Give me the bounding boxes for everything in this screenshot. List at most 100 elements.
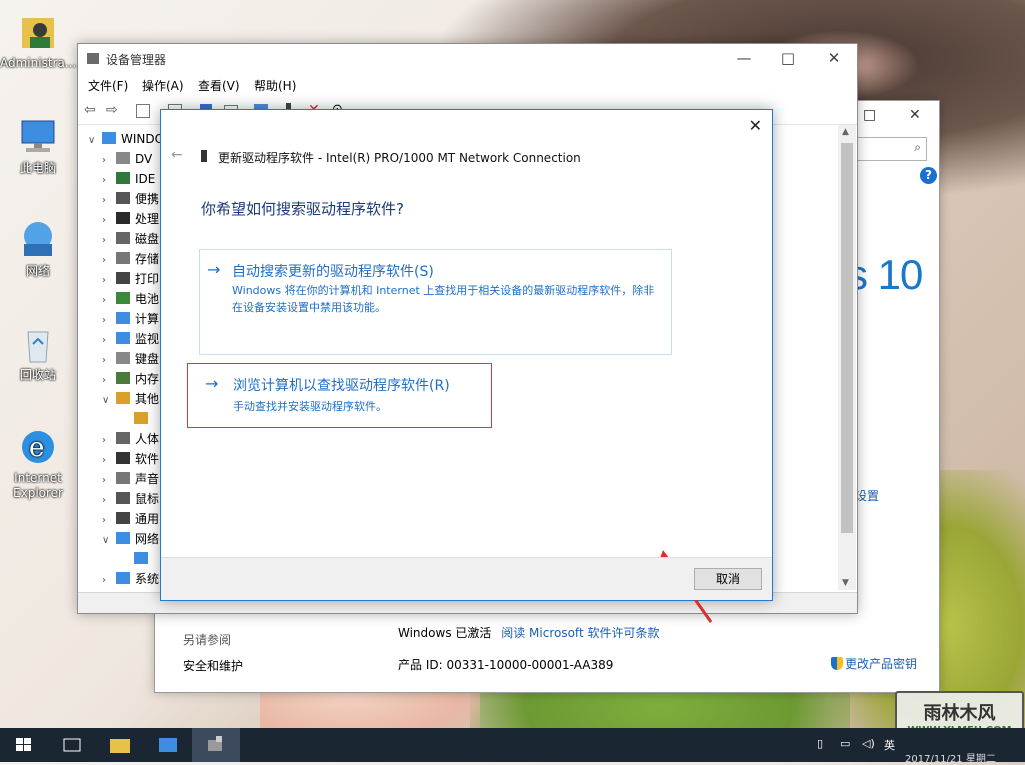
expand-icon[interactable]: › <box>102 311 116 331</box>
computer-icon <box>102 132 116 144</box>
scrollbar[interactable]: ▲ ▼ <box>838 125 856 590</box>
minimize-icon[interactable]: □ <box>863 107 876 123</box>
close-button[interactable]: ✕ <box>824 49 844 67</box>
system-taskbar-button[interactable] <box>144 728 192 762</box>
tree-category[interactable]: › DV <box>102 149 152 169</box>
expand-icon[interactable]: › <box>102 351 116 371</box>
desktop-icon-internet-explorer[interactable]: e Internet Explorer <box>0 425 76 501</box>
change-key-label: 更改产品密钥 <box>845 657 918 671</box>
menu-action[interactable]: 操作(A) <box>142 77 184 94</box>
category-icon <box>116 532 130 544</box>
tree-category[interactable]: ∨ 其他 <box>102 389 159 409</box>
auto-search-option[interactable]: → 自动搜索更新的驱动程序软件(S) Windows 将在你的计算机和 Inte… <box>199 249 672 355</box>
tree-child-item[interactable] <box>134 549 153 569</box>
expand-icon[interactable]: › <box>102 291 116 311</box>
network-tray-icon[interactable]: ▭ <box>840 737 850 750</box>
tree-root[interactable]: ∨ WINDO <box>88 129 164 149</box>
desktop-icon-label: 此电脑 <box>19 161 56 175</box>
expand-icon[interactable]: › <box>102 371 116 391</box>
tree-child-item[interactable] <box>134 409 153 429</box>
tree-category[interactable]: › 存储 <box>102 249 159 269</box>
expand-icon[interactable]: › <box>102 271 116 291</box>
back-arrow-icon[interactable]: ← <box>171 147 183 163</box>
browse-computer-description: 手动查找并安装驱动程序软件。 <box>233 400 387 413</box>
tree-category[interactable]: › 系统 <box>102 569 159 589</box>
tree-category[interactable]: › 人体 <box>102 429 159 449</box>
properties-icon[interactable] <box>136 104 150 118</box>
category-icon <box>116 172 130 184</box>
expand-icon[interactable]: › <box>102 171 116 191</box>
expand-icon[interactable]: › <box>102 451 116 471</box>
task-view-button[interactable] <box>48 728 96 762</box>
tree-item-label: 打印 <box>135 272 160 286</box>
close-icon[interactable]: ✕ <box>749 116 762 135</box>
expand-icon[interactable]: › <box>102 571 116 590</box>
expand-icon[interactable]: › <box>102 151 116 171</box>
tree-category[interactable]: › 磁盘 <box>102 229 159 249</box>
menu-file[interactable]: 文件(F) <box>88 77 128 94</box>
tree-category[interactable]: › 监视 <box>102 329 159 349</box>
scroll-down-icon[interactable]: ▼ <box>842 578 849 588</box>
forward-arrow-icon[interactable]: ⇨ <box>106 102 122 118</box>
usb-icon[interactable]: ▯ <box>817 737 823 750</box>
tree-category[interactable]: › 通用 <box>102 509 159 529</box>
close-icon[interactable]: ✕ <box>909 107 921 123</box>
category-icon <box>116 392 130 404</box>
file-explorer-button[interactable] <box>96 728 144 762</box>
desktop-icon-recycle-bin[interactable]: 回收站 <box>0 322 76 383</box>
desktop-icon-this-pc[interactable]: 此电脑 <box>0 115 76 176</box>
minimize-button[interactable]: — <box>734 49 754 67</box>
collapse-icon[interactable]: ∨ <box>102 531 116 551</box>
help-icon[interactable]: ? <box>920 167 937 184</box>
expand-icon[interactable]: › <box>102 231 116 251</box>
expand-icon[interactable]: › <box>102 431 116 451</box>
collapse-icon[interactable]: ∨ <box>102 391 116 411</box>
tree-category[interactable]: › 电池 <box>102 289 159 309</box>
expand-icon[interactable]: › <box>102 251 116 271</box>
start-button[interactable] <box>0 728 48 762</box>
tree-category[interactable]: › IDE <box>102 169 155 189</box>
expand-icon[interactable]: › <box>102 491 116 511</box>
expand-icon[interactable]: › <box>102 211 116 231</box>
maximize-button[interactable]: □ <box>778 49 798 67</box>
browse-computer-option[interactable]: → 浏览计算机以查找驱动程序软件(R) 手动查找并安装驱动程序软件。 <box>187 363 492 428</box>
desktop-icon-network[interactable]: 网络 <box>0 218 76 279</box>
expand-icon[interactable]: › <box>102 191 116 211</box>
tree-category[interactable]: › 内存 <box>102 369 159 389</box>
tree-category[interactable]: › 鼠标 <box>102 489 159 509</box>
product-id: 产品 ID: 00331-10000-00001-AA389 <box>398 658 614 672</box>
expand-icon[interactable]: › <box>102 331 116 351</box>
collapse-icon[interactable]: ∨ <box>88 131 102 151</box>
category-icon <box>116 512 130 524</box>
volume-icon[interactable]: ◁) <box>862 737 875 750</box>
tree-category[interactable]: › 键盘 <box>102 349 159 369</box>
device-manager-taskbar-button[interactable] <box>192 728 240 762</box>
device-manager-icon <box>87 53 99 64</box>
scrollbar-thumb[interactable] <box>841 143 853 533</box>
cancel-button[interactable]: 取消 <box>694 568 762 590</box>
desktop-icon-user-folder[interactable]: Administra... <box>0 10 76 71</box>
expand-icon[interactable]: › <box>102 511 116 531</box>
tree-category[interactable]: › 打印 <box>102 269 159 289</box>
tree-category[interactable]: › 声音 <box>102 469 159 489</box>
menu-help[interactable]: 帮助(H) <box>254 77 296 94</box>
menu-view[interactable]: 查看(V) <box>198 77 240 94</box>
security-maintenance-link[interactable]: 安全和维护 <box>183 657 243 674</box>
tree-item-label: 电池 <box>135 292 160 306</box>
tree-category[interactable]: › 便携 <box>102 189 159 209</box>
update-driver-dialog: ✕ ← 更新驱动程序软件 - Intel(R) PRO/1000 MT Netw… <box>160 109 773 623</box>
dialog-question: 你希望如何搜索驱动程序软件? <box>201 200 404 218</box>
tree-category[interactable]: › 计算 <box>102 309 159 329</box>
expand-icon[interactable]: › <box>102 471 116 491</box>
category-icon <box>116 372 130 384</box>
change-product-key-link[interactable]: 更改产品密钥 <box>831 655 917 672</box>
tree-category[interactable]: › 处理 <box>102 209 159 229</box>
scroll-up-icon[interactable]: ▲ <box>842 127 849 137</box>
internet-explorer-icon: e <box>16 425 60 469</box>
ime-icon[interactable]: 英 <box>884 737 895 753</box>
back-arrow-icon[interactable]: ⇦ <box>84 102 100 118</box>
tree-category[interactable]: ∨ 网络 <box>102 529 159 549</box>
settings-link[interactable]: 设置 <box>855 487 879 504</box>
tree-category[interactable]: › 软件 <box>102 449 159 469</box>
search-input[interactable]: ⌕ <box>855 137 927 161</box>
